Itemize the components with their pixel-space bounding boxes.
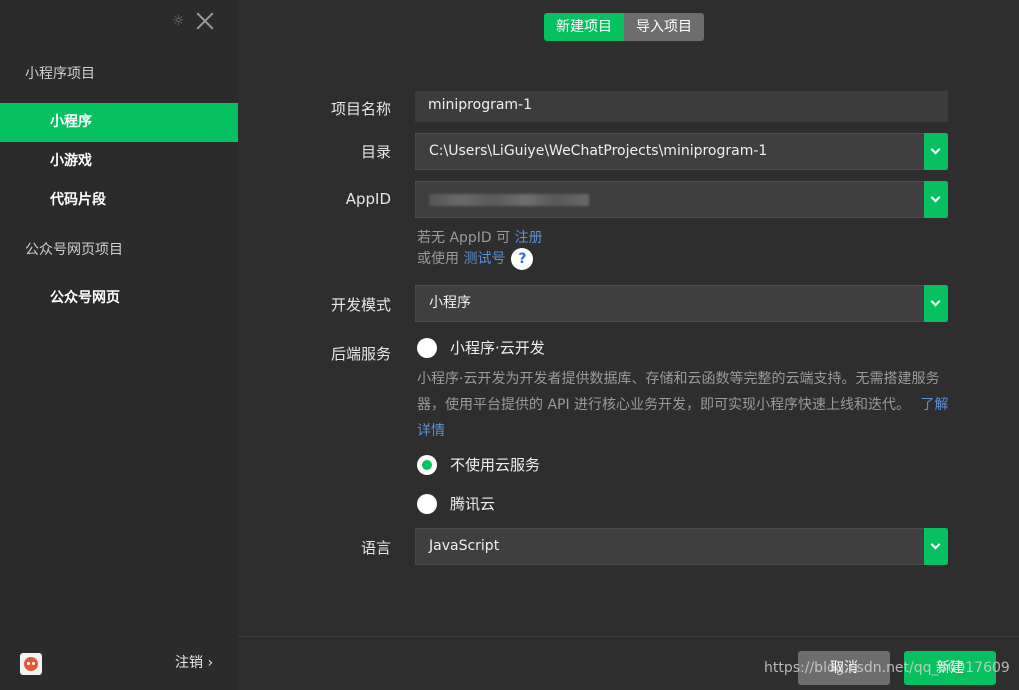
appid-redacted-value (429, 194, 589, 206)
project-name-label: 项目名称 (330, 100, 391, 118)
dev-mode-value: 小程序 (429, 295, 471, 311)
appid-label: AppID (345, 190, 391, 208)
window-controls: ☼ (172, 10, 216, 32)
directory-label: 目录 (360, 143, 391, 161)
main-panel: 新建项目 导入项目 项目名称 miniprogram-1 目录 C:\Users… (238, 0, 1019, 690)
tab-import-project[interactable]: 导入项目 (624, 13, 704, 41)
radio-circle[interactable] (417, 337, 437, 358)
group-title-miniprogram: 小程序项目 (25, 66, 95, 82)
dev-mode-dropdown-icon[interactable] (924, 285, 948, 322)
radio-no-cloud[interactable]: 不使用云服务 (417, 454, 540, 475)
sidebar: ☼ 小程序项目 小程序 小游戏 代码片段 公众号网页项目 公众号网页 注销 › (0, 0, 238, 690)
register-link[interactable]: 注册 (515, 230, 543, 246)
language-dropdown-icon[interactable] (924, 528, 948, 565)
radio-tencent-cloud[interactable]: 腾讯云 (417, 493, 495, 514)
directory-dropdown-icon[interactable] (924, 133, 948, 170)
project-tabs: 新建项目 导入项目 (544, 13, 704, 41)
test-account-hint: 或使用 测试号? (417, 248, 534, 270)
sidebar-item-official-web[interactable]: 公众号网页 (0, 279, 238, 318)
language-value: JavaScript (429, 538, 500, 554)
cloud-description-text: 小程序·云开发为开发者提供数据库、存储和云函数等完整的云端支持。无需搭建服务器，… (417, 371, 940, 413)
logout-button[interactable]: 注销 › (175, 652, 213, 672)
appid-register-hint: 若无 AppID 可 注册 (417, 227, 543, 247)
sidebar-item-minigame[interactable]: 小游戏 (0, 142, 238, 181)
footer-divider (238, 636, 1019, 637)
close-icon[interactable] (194, 10, 216, 32)
tab-new-project[interactable]: 新建项目 (544, 13, 624, 41)
project-name-input[interactable]: miniprogram-1 (415, 91, 948, 122)
avatar (20, 653, 42, 675)
appid-dropdown-icon[interactable] (924, 181, 948, 218)
dev-mode-label: 开发模式 (330, 296, 391, 314)
radio-cloud-dev[interactable]: 小程序·云开发 (417, 337, 545, 358)
language-select[interactable]: JavaScript (415, 528, 948, 565)
radio-no-cloud-label: 不使用云服务 (450, 456, 541, 474)
sidebar-item-code-snippet[interactable]: 代码片段 (0, 181, 238, 220)
directory-value: C:\Users\LiGuiye\WeChatProjects\miniprog… (429, 143, 768, 159)
create-button[interactable]: 新建 (904, 651, 996, 685)
language-label: 语言 (360, 539, 391, 557)
group-title-official-account: 公众号网页项目 (25, 242, 123, 258)
help-icon[interactable]: ? (511, 248, 534, 270)
cloud-description: 小程序·云开发为开发者提供数据库、存储和云函数等完整的云端支持。无需搭建服务器，… (417, 366, 957, 444)
appid-input[interactable] (415, 181, 948, 218)
cancel-button[interactable]: 取消 (798, 651, 890, 685)
radio-circle-checked[interactable] (417, 454, 437, 475)
dev-mode-select[interactable]: 小程序 (415, 285, 948, 322)
directory-select[interactable]: C:\Users\LiGuiye\WeChatProjects\miniprog… (415, 133, 948, 170)
radio-tencent-cloud-label: 腾讯云 (450, 495, 496, 513)
test-account-link[interactable]: 测试号 (463, 251, 505, 267)
debug-icon[interactable]: ☼ (172, 14, 186, 28)
radio-circle[interactable] (417, 493, 437, 514)
register-hint-text: 若无 AppID 可 (417, 230, 515, 246)
test-account-hint-text: 或使用 (417, 251, 464, 267)
radio-cloud-dev-label: 小程序·云开发 (450, 339, 545, 357)
sidebar-item-miniprogram[interactable]: 小程序 (0, 103, 238, 142)
backend-label: 后端服务 (330, 345, 391, 363)
